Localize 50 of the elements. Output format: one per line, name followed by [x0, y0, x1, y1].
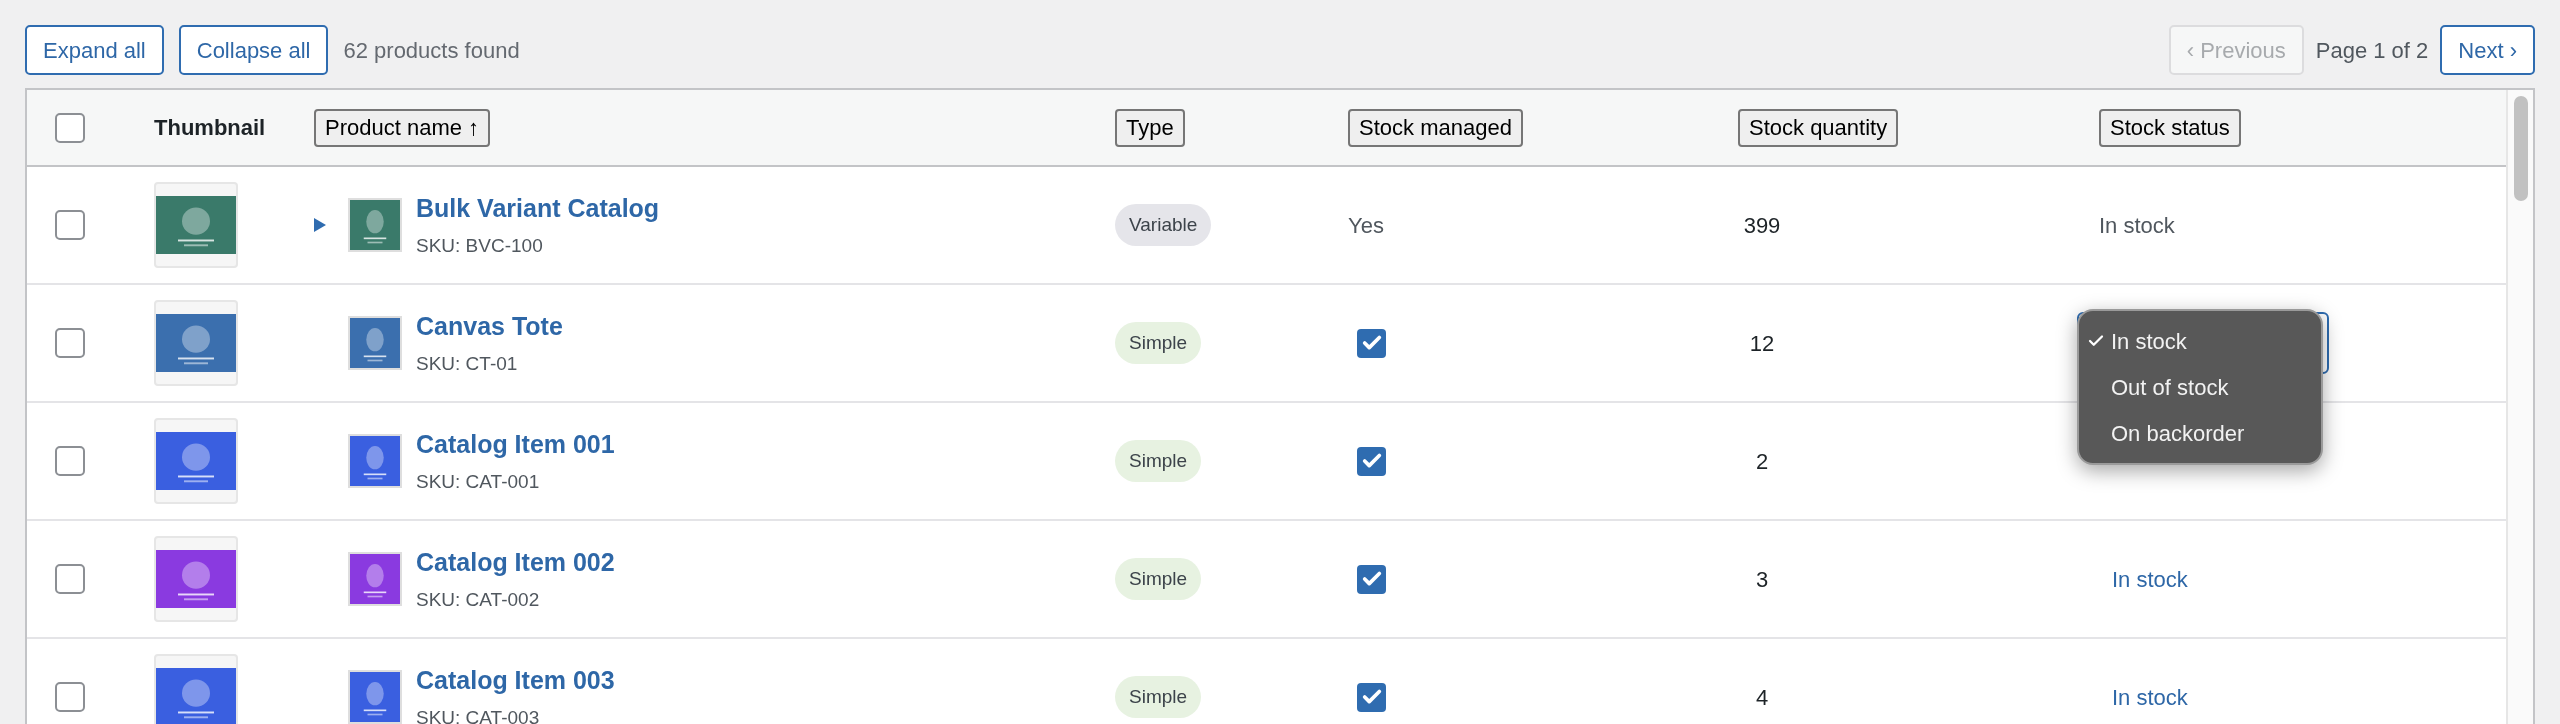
product-sku: SKU: BVC-100 [416, 233, 544, 258]
type-badge: Variable [1115, 203, 1212, 247]
results-count: 62 products found [343, 36, 520, 65]
product-sku: SKU: CT-01 [416, 351, 519, 376]
product-name-link[interactable]: Catalog Item 002 [416, 544, 615, 582]
product-sku: SKU: CAT-002 [416, 587, 541, 612]
dropdown-option[interactable]: In stock [2111, 324, 2187, 358]
checkbox[interactable] [1357, 682, 1386, 712]
sort-header-button[interactable]: Stock managed [1348, 108, 1523, 147]
checkbox[interactable] [55, 682, 85, 712]
product-name-link[interactable]: Canvas Tote [416, 308, 563, 346]
sort-header-button[interactable]: Type [1115, 108, 1185, 147]
stock-quantity: 399 [1742, 211, 1782, 240]
product-sku: SKU: CAT-003 [416, 705, 541, 724]
sort-header-button[interactable]: Stock status [2099, 108, 2241, 147]
checkbox[interactable] [55, 328, 85, 358]
dropdown-option[interactable]: On backorder [2111, 416, 2245, 450]
checkbox[interactable] [1357, 564, 1386, 594]
checkbox[interactable] [55, 564, 85, 594]
toolbar-button[interactable]: Collapse all [178, 25, 329, 75]
checkbox[interactable] [1357, 446, 1386, 476]
checkbox[interactable] [1357, 328, 1386, 358]
sort-header-button[interactable]: Stock quantity [1738, 108, 1899, 147]
type-badge: Simple [1115, 439, 1202, 483]
checkbox[interactable] [55, 210, 85, 240]
stock-quantity: 4 [1754, 683, 1770, 712]
product-name-link[interactable]: Catalog Item 001 [416, 426, 615, 464]
product-sku: SKU: CAT-001 [416, 469, 541, 494]
stock-quantity: 12 [1748, 329, 1776, 358]
sort-header-button[interactable]: Product name ↑ [314, 108, 491, 147]
expand-triangle-icon[interactable] [313, 218, 327, 232]
stock-status-link[interactable]: In stock [2112, 680, 2188, 714]
next-button[interactable]: Next › [2440, 25, 2535, 75]
checkbox[interactable] [55, 446, 85, 476]
product-name-link[interactable]: Bulk Variant Catalog [416, 190, 660, 228]
stock-status-link[interactable]: In stock [2112, 562, 2188, 596]
type-badge: Simple [1115, 321, 1202, 365]
toolbar-button[interactable]: Expand all [25, 25, 164, 75]
stock-status: In stock [2099, 211, 2175, 240]
product-name-link[interactable]: Catalog Item 003 [416, 662, 615, 700]
checkbox[interactable] [55, 112, 85, 143]
column-header: Thumbnail [154, 115, 266, 140]
stock-quantity: 2 [1754, 447, 1770, 476]
dropdown-option[interactable]: Out of stock [2111, 370, 2229, 404]
stock-quantity: 3 [1754, 565, 1770, 594]
scrollbar[interactable] [2506, 90, 2533, 724]
type-badge: Simple [1115, 675, 1202, 719]
stock-managed: Yes [1348, 211, 1384, 240]
type-badge: Simple [1115, 557, 1202, 601]
page-indicator: Page 1 of 2 [2315, 36, 2429, 65]
